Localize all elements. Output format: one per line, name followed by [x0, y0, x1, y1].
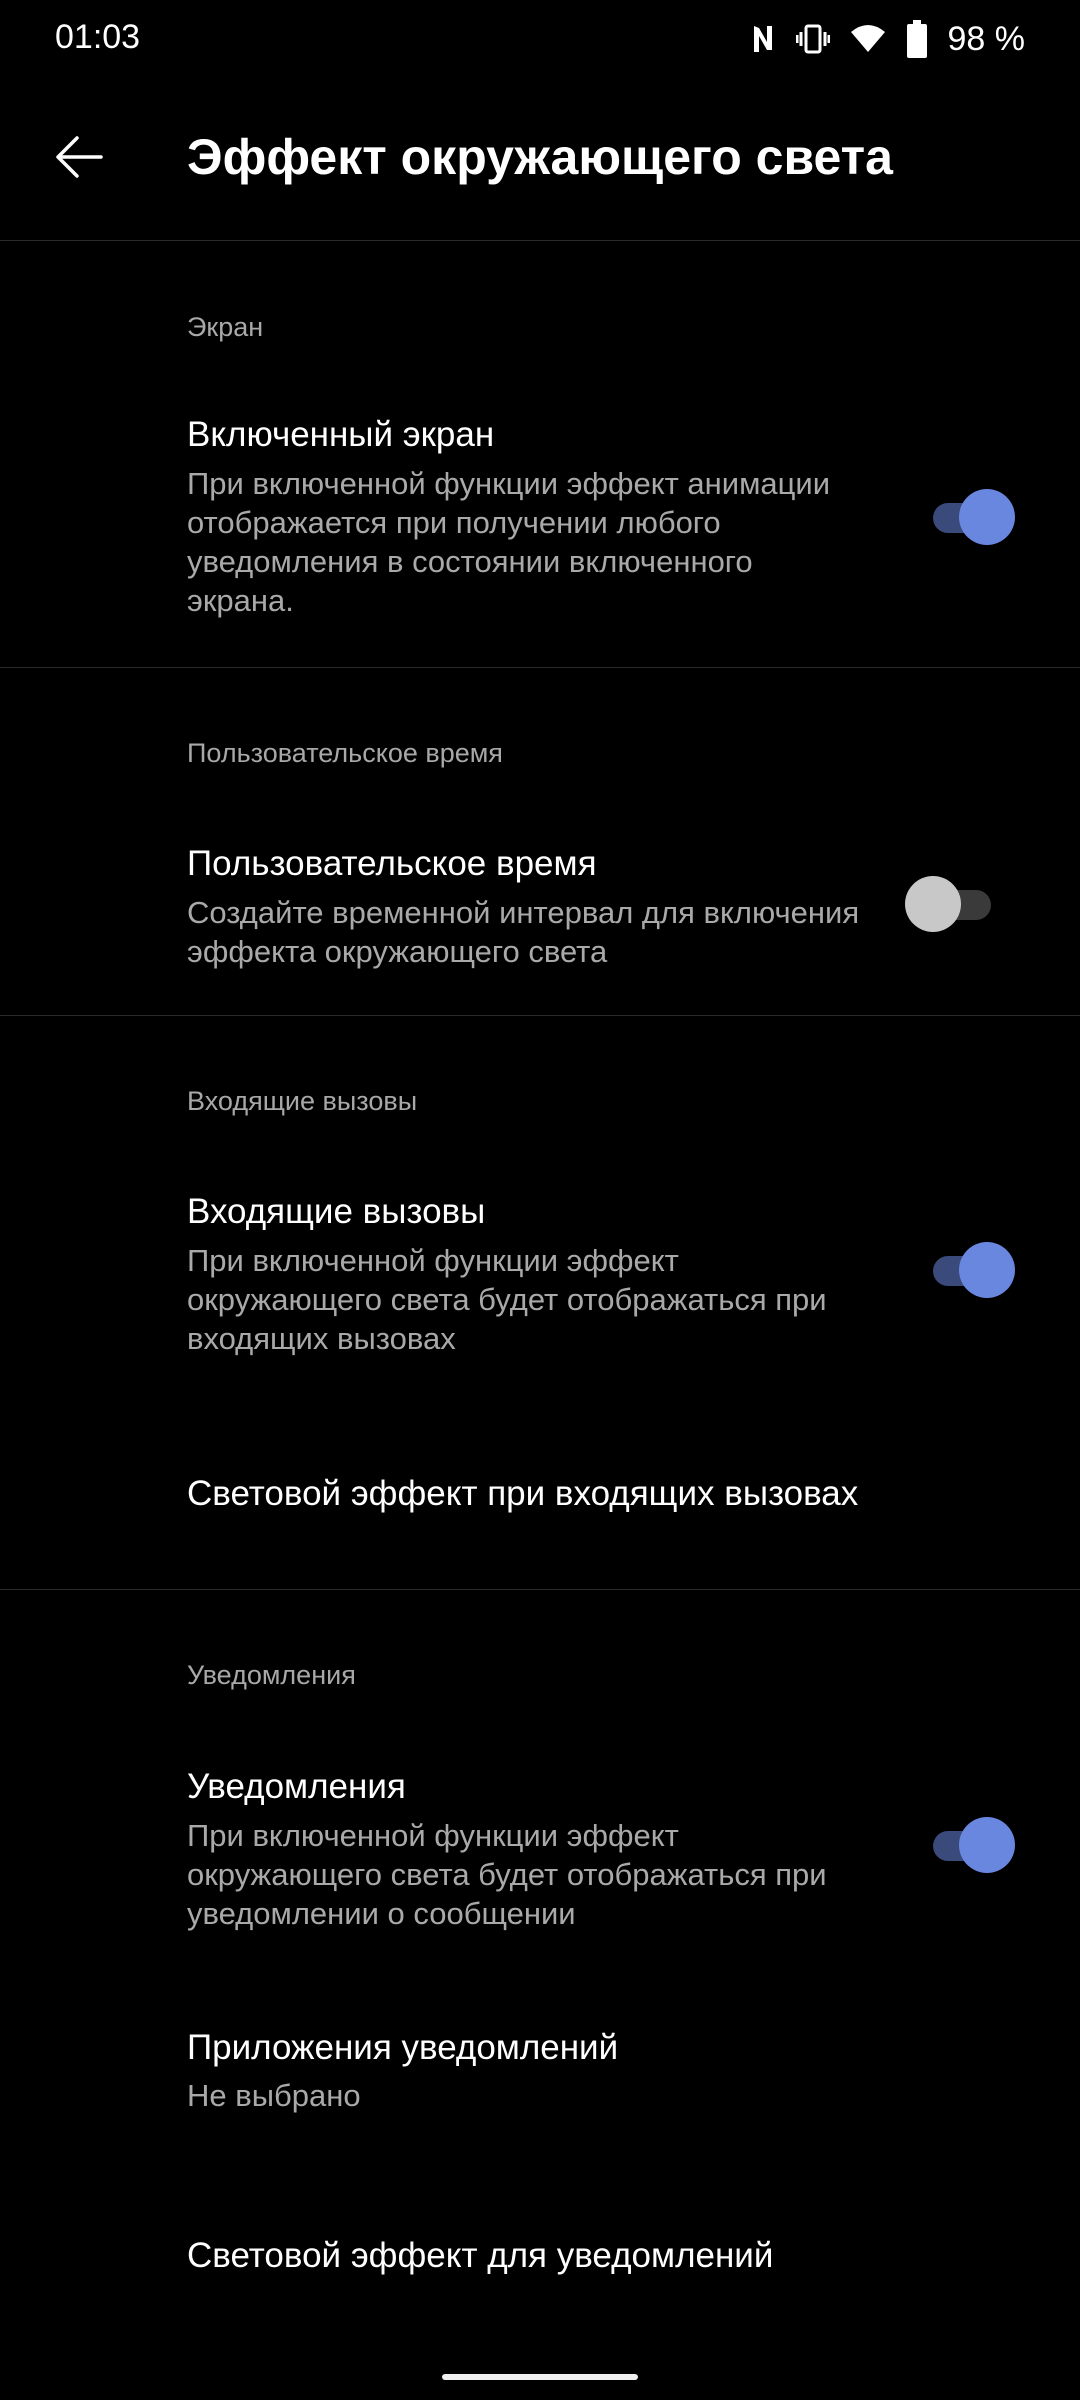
setting-title: Уведомления: [187, 1767, 406, 1806]
incoming-calls-light-effect-item[interactable]: Световой эффект при входящих вызовах: [0, 1440, 1080, 1550]
setting-value: Не выбрано: [187, 2078, 361, 2113]
nfc-icon: [750, 22, 776, 56]
divider: [0, 1015, 1080, 1016]
battery-icon: [906, 20, 928, 58]
custom-time-toggle[interactable]: [905, 876, 997, 932]
arrow-left-icon: [56, 136, 103, 178]
toggle-knob: [959, 1817, 1015, 1873]
notification-apps-item[interactable]: Приложения уведомлений Не выбрано: [0, 2010, 1080, 2140]
setting-row-custom-time[interactable]: Пользовательское время Создайте временно…: [0, 820, 1080, 980]
setting-description: При включенной функции эффект анимации о…: [187, 466, 831, 618]
incoming-calls-toggle[interactable]: [923, 1242, 1015, 1298]
section-header-notifications: Уведомления: [187, 1660, 356, 1690]
setting-row-incoming-calls[interactable]: Входящие вызовы При включенной функции э…: [0, 1168, 1080, 1368]
status-time: 01:03: [55, 18, 141, 56]
vibrate-icon: [795, 22, 830, 56]
notifications-toggle[interactable]: [923, 1817, 1015, 1873]
setting-description: При включенной функции эффект окружающег…: [187, 1243, 827, 1356]
setting-title: Световой эффект для уведомлений: [187, 2236, 774, 2275]
setting-description: Создайте временной интервал для включени…: [187, 895, 860, 969]
status-bar: 01:03 98 %: [0, 0, 1080, 80]
setting-row-notifications[interactable]: Уведомления При включенной функции эффек…: [0, 1743, 1080, 1943]
notifications-light-effect-item[interactable]: Световой эффект для уведомлений: [0, 2200, 1080, 2310]
section-header-incoming-calls: Входящие вызовы: [187, 1086, 418, 1116]
section-header-custom-time: Пользовательское время: [187, 738, 503, 768]
wifi-icon: [850, 24, 886, 54]
status-icons: 98 %: [750, 14, 1026, 64]
setting-row-screen-on[interactable]: Включенный экран При включенной функции …: [0, 395, 1080, 635]
toggle-knob: [959, 489, 1015, 545]
divider: [0, 667, 1080, 668]
section-header-screen: Экран: [187, 312, 264, 342]
page-title: Эффект окружающего света: [187, 129, 893, 185]
setting-title: Приложения уведомлений: [187, 2028, 619, 2067]
divider: [0, 1589, 1080, 1590]
setting-description: При включенной функции эффект окружающег…: [187, 1818, 827, 1931]
setting-title: Входящие вызовы: [187, 1192, 486, 1231]
divider: [0, 240, 1080, 241]
toggle-knob: [959, 1242, 1015, 1298]
setting-title: Включенный экран: [187, 415, 495, 454]
back-button[interactable]: [50, 128, 108, 186]
battery-percent: 98 %: [947, 19, 1026, 58]
gesture-nav-handle[interactable]: [442, 2374, 638, 2380]
setting-title: Световой эффект при входящих вызовах: [187, 1474, 859, 1513]
setting-title: Пользовательское время: [187, 844, 597, 883]
screen-on-toggle[interactable]: [923, 489, 1015, 545]
toggle-knob: [905, 876, 961, 932]
